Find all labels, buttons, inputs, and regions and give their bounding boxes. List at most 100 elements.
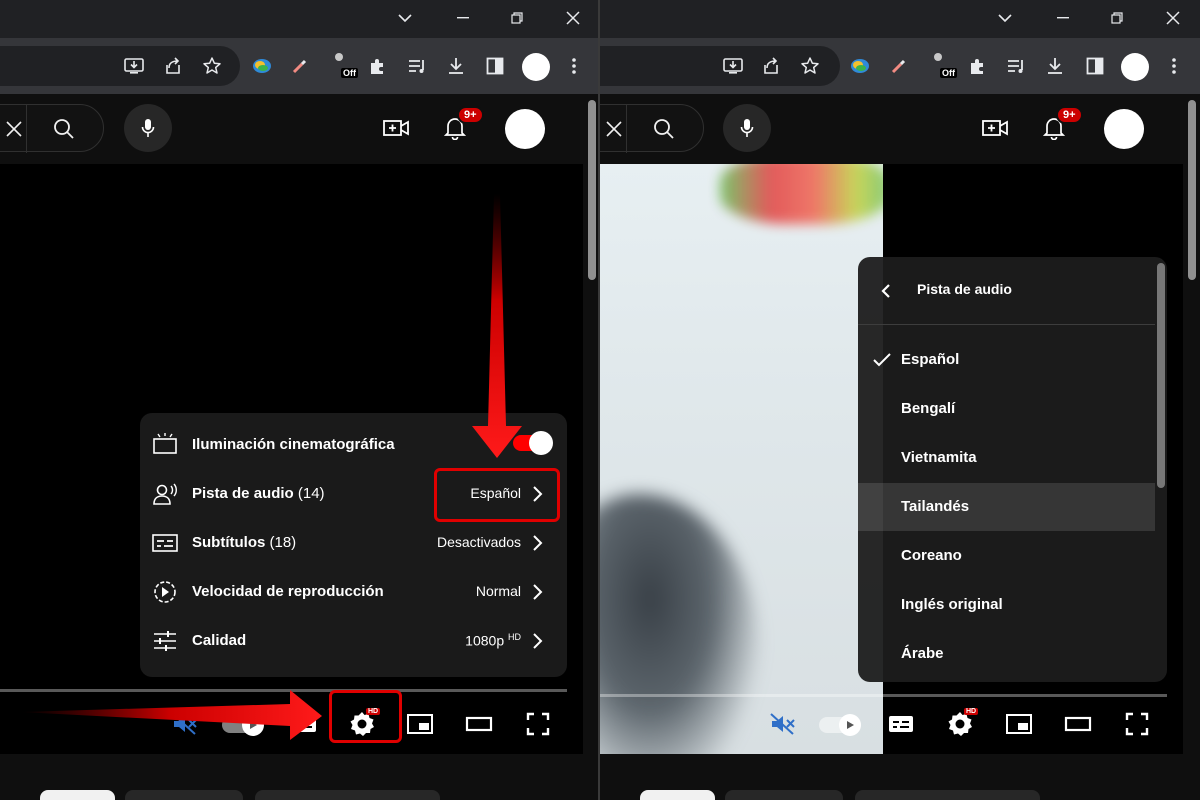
- user-avatar[interactable]: [505, 109, 545, 149]
- notifications-bell-icon[interactable]: 9+: [1040, 106, 1083, 142]
- page-scrollbar[interactable]: [1186, 94, 1196, 794]
- subtitles-cc-icon[interactable]: [883, 706, 919, 742]
- audio-option-bengali[interactable]: Bengalí: [858, 385, 1155, 433]
- off-extension-icon[interactable]: Off: [333, 53, 358, 78]
- screenshot-divider: [598, 0, 600, 800]
- page-scrollbar[interactable]: [586, 94, 596, 794]
- filter-chip[interactable]: [125, 790, 243, 800]
- close-window-icon[interactable]: [1161, 6, 1185, 30]
- translate-extension-icon[interactable]: [848, 54, 872, 78]
- video-player[interactable]: Iluminación cinematográfica Pista de aud…: [0, 164, 583, 754]
- miniplayer-icon[interactable]: [1001, 706, 1037, 742]
- audio-option-label: Tailandés: [901, 498, 970, 515]
- search-icon[interactable]: [653, 118, 675, 145]
- audio-option-label: Español: [901, 351, 960, 368]
- audio-menu-title: Pista de audio: [917, 281, 1012, 297]
- window-titlebar: [600, 0, 1200, 38]
- browser-menu-kebab-icon[interactable]: [1162, 54, 1186, 78]
- filter-chip[interactable]: [255, 790, 440, 800]
- extensions-puzzle-icon[interactable]: [966, 54, 990, 78]
- reading-list-icon[interactable]: [1004, 54, 1028, 78]
- progress-bar[interactable]: [600, 694, 1167, 697]
- restore-icon[interactable]: [505, 6, 529, 30]
- window-titlebar: [0, 0, 600, 38]
- notification-count-badge: 9+: [457, 106, 484, 124]
- audio-option-ingles-original[interactable]: Inglés original: [858, 581, 1155, 629]
- filter-chip[interactable]: [40, 790, 115, 800]
- install-app-icon[interactable]: [721, 54, 745, 78]
- filter-chip[interactable]: [725, 790, 843, 800]
- left-screenshot: Off 9+ Iluminación cinematográfica Pista…: [0, 0, 600, 800]
- audio-option-arabe[interactable]: Árabe: [858, 630, 1155, 678]
- audio-option-vietnamita[interactable]: Vietnamita: [858, 434, 1155, 482]
- side-panel-icon[interactable]: [1083, 54, 1107, 78]
- audio-track-menu: Pista de audio Español Bengalí Vietnamit…: [858, 257, 1167, 682]
- create-video-icon[interactable]: [981, 114, 1009, 142]
- filter-chip[interactable]: [640, 790, 715, 800]
- voice-search-mic-icon[interactable]: [124, 104, 172, 152]
- theater-mode-icon[interactable]: [1060, 706, 1096, 742]
- translate-extension-icon[interactable]: [250, 54, 274, 78]
- voice-search-mic-icon[interactable]: [723, 104, 771, 152]
- audio-menu-scrollbar[interactable]: [1155, 257, 1167, 682]
- tab-search-chevron-icon[interactable]: [993, 6, 1017, 30]
- audio-option-coreano[interactable]: Coreano: [858, 532, 1155, 580]
- audio-option-label: Inglés original: [901, 596, 1003, 613]
- video-blurred-object: [720, 164, 883, 224]
- audio-option-espanol[interactable]: Español: [858, 336, 1155, 384]
- autoplay-toggle[interactable]: [819, 714, 861, 736]
- notification-count-badge: 9+: [1056, 106, 1083, 124]
- bookmark-star-icon[interactable]: [200, 54, 224, 78]
- side-panel-icon[interactable]: [483, 54, 507, 78]
- bookmark-star-icon[interactable]: [798, 54, 822, 78]
- clear-search-icon[interactable]: [1, 105, 27, 153]
- settings-gear-icon[interactable]: HD: [942, 706, 979, 742]
- color-picker-extension-icon[interactable]: [288, 54, 312, 78]
- user-avatar[interactable]: [1104, 109, 1144, 149]
- search-box[interactable]: [0, 104, 104, 153]
- search-icon[interactable]: [53, 118, 75, 145]
- video-player[interactable]: Pista de audio Español Bengalí Vietnamit…: [600, 164, 1183, 754]
- mute-icon[interactable]: [765, 706, 801, 742]
- notifications-bell-icon[interactable]: 9+: [441, 106, 484, 142]
- filter-chip[interactable]: [855, 790, 1040, 800]
- clear-search-icon[interactable]: [601, 105, 627, 153]
- annotation-arrows: [20, 194, 522, 740]
- audio-menu-header[interactable]: Pista de audio: [858, 257, 1155, 325]
- close-window-icon[interactable]: [561, 6, 585, 30]
- create-video-icon[interactable]: [382, 114, 410, 142]
- fullscreen-icon[interactable]: [1119, 706, 1155, 742]
- install-app-icon[interactable]: [122, 54, 146, 78]
- audio-option-label: Vietnamita: [901, 449, 977, 466]
- audio-option-tailandes[interactable]: Tailandés: [858, 483, 1155, 531]
- share-icon[interactable]: [161, 54, 185, 78]
- page-scrollbar-thumb[interactable]: [588, 100, 596, 280]
- reading-list-icon[interactable]: [405, 54, 429, 78]
- hd-badge: HD: [964, 708, 979, 715]
- browser-profile-avatar[interactable]: [522, 53, 550, 81]
- back-chevron-icon[interactable]: [878, 279, 894, 303]
- restore-icon[interactable]: [1105, 6, 1129, 30]
- extensions-puzzle-icon[interactable]: [366, 54, 390, 78]
- share-icon[interactable]: [759, 54, 783, 78]
- off-extension-icon[interactable]: Off: [932, 53, 957, 78]
- search-box[interactable]: [600, 104, 704, 153]
- download-icon[interactable]: [444, 54, 468, 78]
- audio-menu-scrollbar-thumb[interactable]: [1157, 263, 1165, 488]
- browser-toolbar: Off: [0, 38, 600, 94]
- browser-profile-avatar[interactable]: [1121, 53, 1149, 81]
- browser-menu-kebab-icon[interactable]: [562, 54, 586, 78]
- right-screenshot: Off 9+ Pista de audio Español Bengalí Vi…: [600, 0, 1200, 800]
- tab-search-chevron-icon[interactable]: [393, 6, 417, 30]
- checkmark-icon: [873, 353, 891, 367]
- color-picker-extension-icon[interactable]: [887, 54, 911, 78]
- download-icon[interactable]: [1043, 54, 1067, 78]
- page-scrollbar-thumb[interactable]: [1188, 100, 1196, 280]
- audio-option-label: Bengalí: [901, 400, 956, 417]
- video-blurred-figure: [600, 494, 760, 754]
- minimize-icon[interactable]: [451, 6, 475, 30]
- minimize-icon[interactable]: [1051, 6, 1075, 30]
- off-extension-badge: Off: [940, 68, 957, 78]
- right-arrow-annotation: [20, 690, 322, 740]
- off-extension-badge: Off: [341, 68, 358, 78]
